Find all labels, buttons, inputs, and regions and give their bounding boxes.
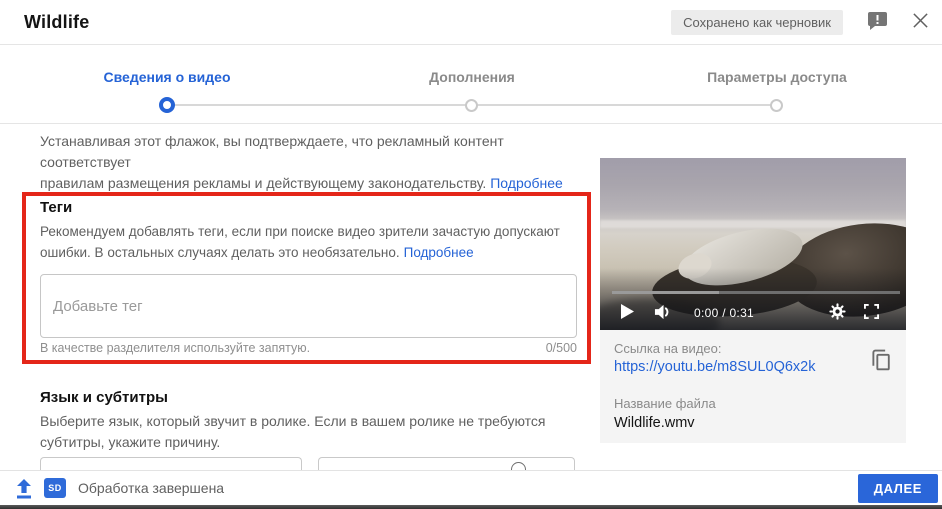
player-progress-loaded bbox=[612, 290, 719, 294]
draft-status-badge: Сохранено как черновик bbox=[671, 10, 843, 35]
tag-input[interactable] bbox=[40, 274, 577, 338]
tag-separator-hint: В качестве разделителя используйте запят… bbox=[40, 341, 311, 355]
feedback-button[interactable] bbox=[866, 11, 888, 33]
step-dot-video-details[interactable] bbox=[159, 97, 175, 113]
volume-button[interactable] bbox=[652, 304, 674, 322]
tags-section-title: Теги bbox=[40, 199, 73, 216]
next-button[interactable]: ДАЛЕЕ bbox=[857, 474, 938, 503]
fullscreen-button[interactable] bbox=[862, 304, 880, 322]
ad-disclaimer-more-link[interactable]: Подробнее bbox=[490, 175, 563, 191]
play-icon bbox=[620, 304, 634, 322]
fullscreen-icon bbox=[863, 304, 879, 322]
copy-icon bbox=[870, 349, 893, 376]
help-icon bbox=[511, 462, 526, 470]
video-details-dialog: Wildlife Сохранено как черновик Сведения… bbox=[0, 0, 942, 509]
video-language-dropdown[interactable] bbox=[40, 457, 302, 470]
dialog-header: Wildlife Сохранено как черновик bbox=[0, 0, 942, 45]
window-bottom-edge bbox=[0, 505, 942, 509]
stepper: Сведения о видео Дополнения Параметры до… bbox=[0, 46, 942, 124]
step-dot-additions[interactable] bbox=[465, 99, 478, 112]
video-link-label: Ссылка на видео: bbox=[614, 341, 722, 356]
tags-description: Рекомендуем добавлять теги, если при пои… bbox=[40, 224, 560, 260]
video-player[interactable]: 0:00 / 0:31 bbox=[600, 158, 906, 330]
tab-additions[interactable]: Дополнения bbox=[429, 69, 515, 85]
step-dot-visibility[interactable] bbox=[770, 99, 783, 112]
player-time: 0:00 / 0:31 bbox=[694, 306, 755, 320]
volume-icon bbox=[654, 304, 673, 323]
captions-certification-dropdown[interactable] bbox=[318, 457, 575, 470]
player-controls-shade bbox=[600, 268, 906, 330]
tag-char-counter: 0/500 bbox=[545, 341, 577, 355]
video-title: Wildlife bbox=[24, 12, 90, 32]
video-link[interactable]: https://youtu.be/m8SUL0Q6x2k bbox=[614, 359, 816, 375]
tab-visibility[interactable]: Параметры доступа bbox=[707, 69, 847, 85]
file-name-label: Название файла bbox=[614, 396, 716, 411]
close-button[interactable] bbox=[909, 11, 931, 33]
player-settings-button[interactable] bbox=[828, 303, 846, 323]
video-info-panel: Ссылка на видео: https://youtu.be/m8SUL0… bbox=[600, 330, 906, 443]
ad-disclaimer-text: Устанавливая этот флажок, вы подтверждае… bbox=[40, 133, 563, 191]
tab-video-details[interactable]: Сведения о видео bbox=[104, 69, 231, 85]
sd-quality-badge: SD bbox=[44, 478, 66, 498]
tags-more-link[interactable]: Подробнее bbox=[404, 245, 474, 260]
processing-status: Обработка завершена bbox=[78, 480, 225, 496]
copy-link-button[interactable] bbox=[868, 348, 894, 376]
feedback-icon bbox=[867, 11, 888, 34]
play-button[interactable] bbox=[618, 304, 636, 322]
file-name-value: Wildlife.wmv bbox=[614, 415, 695, 431]
gear-icon bbox=[828, 303, 846, 323]
language-section-title: Язык и субтитры bbox=[40, 389, 168, 406]
upload-icon bbox=[14, 478, 34, 505]
language-description: Выберите язык, который звучит в ролике. … bbox=[40, 413, 546, 450]
player-progress-bar[interactable] bbox=[612, 290, 900, 294]
footer-bar: SD Обработка завершена ДАЛЕЕ bbox=[0, 470, 942, 505]
close-icon bbox=[912, 12, 929, 32]
